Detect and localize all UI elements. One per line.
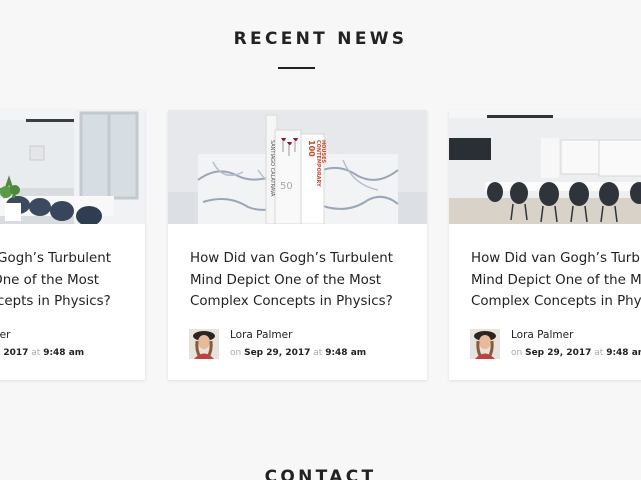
post-title[interactable]: How Did van Gogh’s Turbulent Mind Depict… xyxy=(471,248,641,313)
author-avatar xyxy=(470,329,500,359)
post-time: 9:48 am xyxy=(43,348,85,358)
author-name[interactable]: Lora Palmer xyxy=(511,329,573,341)
contact-section-title: CONTACT xyxy=(264,467,377,480)
title-underline xyxy=(278,67,315,69)
meta-on: on xyxy=(230,348,242,358)
post-time: 9:48 am xyxy=(606,348,641,358)
post-time: 9:48 am xyxy=(325,348,367,358)
post-date: Sep 29, 2017 xyxy=(525,348,592,358)
news-card[interactable]: SANTIAGO CALATRAVA 50 100 CONTEMPORARY H… xyxy=(168,110,427,380)
post-meta: on Sep 29, 2017 at 9:48 am xyxy=(0,348,84,358)
post-title[interactable]: How Did van Gogh’s Turbulent Mind Depict… xyxy=(190,248,422,313)
author-name[interactable]: Lora Palmer xyxy=(0,329,10,341)
meta-at: at xyxy=(313,348,323,358)
meta-at: at xyxy=(594,348,604,358)
post-meta: on Sep 29, 2017 at 9:48 am xyxy=(511,348,641,358)
post-date: Sep 29, 2017 xyxy=(244,348,311,358)
section-title: RECENT NEWS xyxy=(233,29,408,49)
svg-text:SANTIAGO CALATRAVA: SANTIAGO CALATRAVA xyxy=(269,140,275,197)
meta-at: at xyxy=(31,348,41,358)
post-image[interactable]: SANTIAGO CALATRAVA 50 100 CONTEMPORARY H… xyxy=(168,110,427,224)
svg-text:HOUSES: HOUSES xyxy=(320,140,326,164)
svg-text:50: 50 xyxy=(280,181,293,192)
post-date: Sep 29, 2017 xyxy=(0,348,29,358)
svg-text:100: 100 xyxy=(307,140,316,157)
author-avatar xyxy=(189,329,219,359)
post-image[interactable] xyxy=(449,110,641,224)
page: RECENT NEWS Gogh’s Turbulent ne of the M… xyxy=(0,0,641,480)
post-meta: on Sep 29, 2017 at 9:48 am xyxy=(230,348,366,358)
meta-on: on xyxy=(511,348,523,358)
post-image[interactable] xyxy=(0,110,145,224)
post-title[interactable]: How Did van Gogh’s Turbulent Mind Depict… xyxy=(0,248,140,313)
news-card[interactable]: How Did van Gogh’s Turbulent Mind Depict… xyxy=(449,110,641,380)
author-name[interactable]: Lora Palmer xyxy=(230,329,292,341)
news-card[interactable]: How Did van Gogh’s Turbulent Mind Depict… xyxy=(0,110,145,380)
